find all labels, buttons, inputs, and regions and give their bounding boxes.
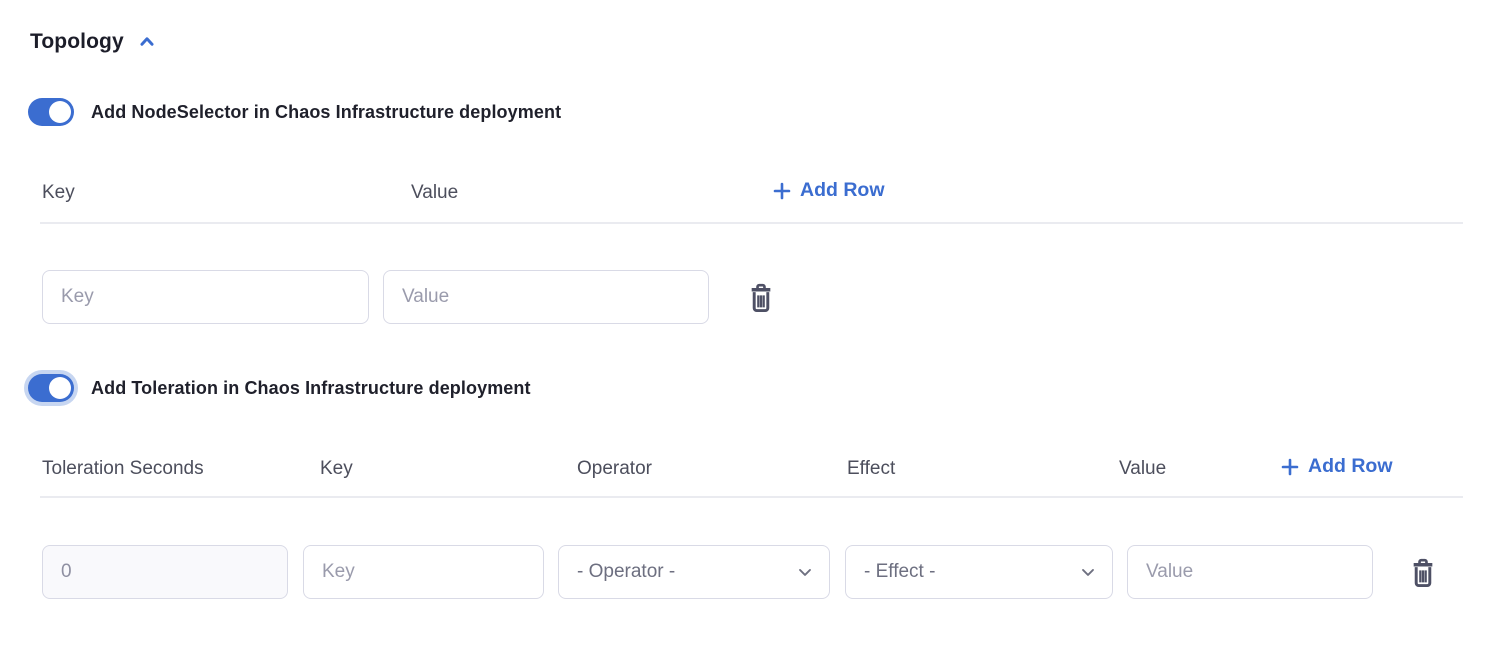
plus-icon [1281,458,1299,476]
trash-icon [1407,555,1439,591]
toleration-col-effect: Effect [847,458,895,480]
toleration-toggle[interactable] [28,374,74,402]
plus-icon [773,182,791,200]
toleration-col-seconds: Toleration Seconds [42,458,204,480]
nodeselector-col-value: Value [411,182,458,204]
add-row-label: Add Row [1308,455,1392,478]
effect-select[interactable]: - Effect - [845,545,1113,599]
toleration-toggle-label: Add Toleration in Chaos Infrastructure d… [91,378,531,399]
toleration-col-value: Value [1119,458,1166,480]
toleration-delete-row-button[interactable] [1406,554,1440,592]
trash-icon [745,280,777,316]
chevron-down-icon [795,562,815,582]
toleration-seconds-input[interactable] [42,545,288,599]
operator-selected-value: - Operator - [577,561,675,583]
node-selector-toggle-label: Add NodeSelector in Chaos Infrastructure… [91,102,561,123]
operator-select[interactable]: - Operator - [558,545,830,599]
effect-selected-value: - Effect - [864,561,935,583]
toggle-knob [49,101,71,123]
toleration-value-input[interactable] [1127,545,1373,599]
topology-panel: Topology Add NodeSelector in Chaos Infra… [0,0,1500,670]
toleration-key-input[interactable] [303,545,544,599]
nodeselector-key-input[interactable] [42,270,369,324]
node-selector-toggle[interactable] [28,98,74,126]
chevron-down-icon [1078,562,1098,582]
toleration-add-row-button[interactable]: Add Row [1281,455,1392,478]
toggle-knob [49,377,71,399]
section-header: Topology [30,30,158,54]
nodeselector-col-key: Key [42,182,75,204]
toleration-header-divider [40,496,1463,498]
toleration-toggle-row: Add Toleration in Chaos Infrastructure d… [28,374,531,402]
section-title: Topology [30,30,124,54]
nodeselector-value-input[interactable] [383,270,709,324]
nodeselector-add-row-button[interactable]: Add Row [773,179,884,202]
toleration-col-operator: Operator [577,458,652,480]
node-selector-toggle-row: Add NodeSelector in Chaos Infrastructure… [28,98,561,126]
add-row-label: Add Row [800,179,884,202]
nodeselector-delete-row-button[interactable] [744,279,778,317]
collapse-chevron-up-icon[interactable] [136,31,158,53]
toleration-col-key: Key [320,458,353,480]
nodeselector-header-divider [40,222,1463,224]
